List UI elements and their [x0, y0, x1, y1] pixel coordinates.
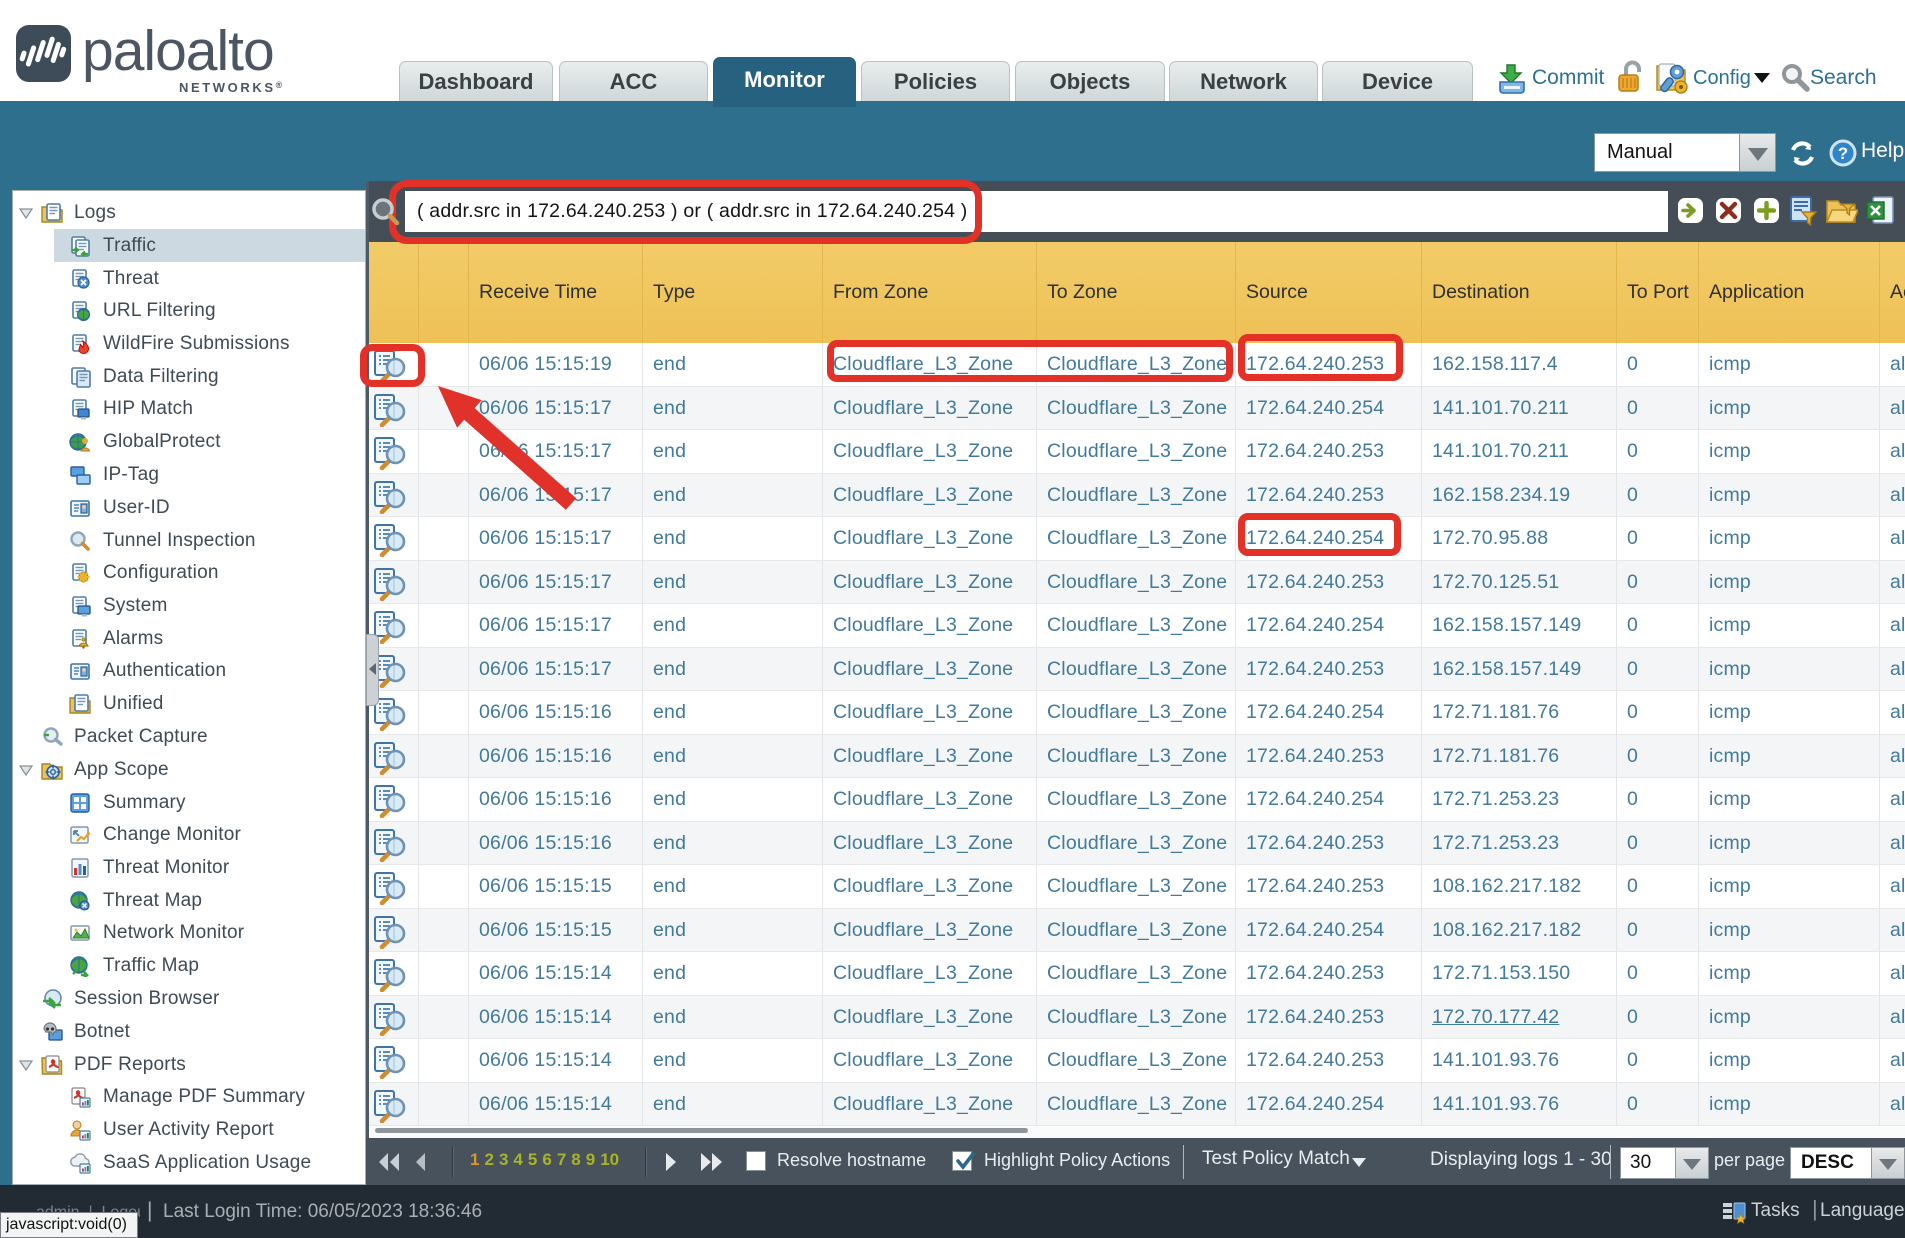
- svg-text:?: ?: [1838, 144, 1848, 163]
